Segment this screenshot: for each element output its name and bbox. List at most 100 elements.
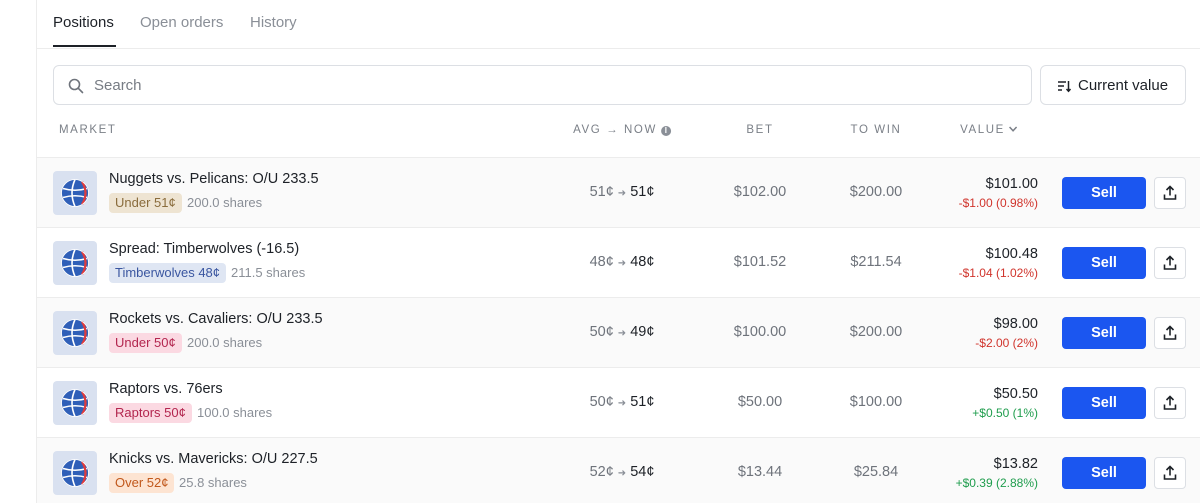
share-count: 211.5 shares [231,265,306,280]
active-tab-indicator [53,45,116,47]
avg-now-price: 52¢ ➜ 54¢ [590,464,655,480]
tab-bar: Positions Open orders History [37,0,1200,49]
market-title[interactable]: Rockets vs. Cavaliers: O/U 233.5 [109,311,323,327]
now-price: 51¢ [630,184,655,200]
to-win-amount: $200.00 [849,184,903,200]
search-box[interactable] [53,65,1032,105]
share-button[interactable] [1154,387,1186,419]
avg-now-price: 51¢ ➜ 51¢ [590,184,655,200]
column-to-win: TO WIN [850,124,902,136]
market-logo [53,311,97,355]
sell-button[interactable]: Sell [1062,317,1146,349]
to-win-amount: $211.54 [850,254,902,270]
share-upload-icon [1163,325,1177,340]
table-row[interactable]: Spread: Timberwolves (-16.5) Timberwolve… [37,228,1200,298]
market-title[interactable]: Knicks vs. Mavericks: O/U 227.5 [109,451,318,467]
position-badge: Under 51¢ [109,193,182,213]
value-change: -$1.00 (0.98%) [958,196,1038,210]
share-upload-icon [1163,465,1177,480]
basketball-icon [61,319,89,347]
share-button[interactable] [1154,317,1186,349]
share-count: 200.0 shares [187,335,263,350]
avg-price: 50¢ [589,394,614,410]
value-change: -$1.04 (1.02%) [958,266,1038,280]
current-value: $101.00 [985,176,1038,192]
current-value: $50.50 [993,386,1038,402]
sort-icon [1058,81,1071,93]
arrow-right-icon: ➜ [617,258,627,269]
info-icon[interactable]: i [660,126,671,136]
arrow-right-icon: ➜ [617,398,627,409]
to-win-amount: $200.00 [849,324,903,340]
sell-button[interactable]: Sell [1062,177,1146,209]
market-title[interactable]: Nuggets vs. Pelicans: O/U 233.5 [109,171,319,187]
left-rail [0,0,37,503]
current-value: $100.48 [985,246,1038,262]
positions-panel: Positions Open orders History Current va… [37,0,1200,503]
tab-open-orders[interactable]: Open orders [140,14,223,31]
share-button[interactable] [1154,247,1186,279]
bet-amount: $102.00 [733,184,787,200]
share-count: 25.8 shares [179,475,247,490]
column-bet: BET [746,124,774,136]
market-logo [53,381,97,425]
now-price: 48¢ [630,254,655,270]
tab-history[interactable]: History [250,14,297,31]
arrow-right-icon: ➜ [617,468,627,479]
column-avg-now: AVG → NOW i [573,124,671,136]
market-title[interactable]: Spread: Timberwolves (-16.5) [109,241,299,257]
table-row[interactable]: Raptors vs. 76ers Raptors 50¢ 100.0 shar… [37,368,1200,438]
sort-current-value-button[interactable]: Current value [1040,65,1186,105]
position-badge: Over 52¢ [109,473,175,493]
avg-price: 51¢ [589,184,614,200]
search-input[interactable] [94,74,1014,96]
chevron-down-icon [1008,126,1017,132]
basketball-icon [61,389,89,417]
column-value[interactable]: VALUE [960,124,1018,136]
table-row[interactable]: Nuggets vs. Pelicans: O/U 233.5 Under 51… [37,158,1200,228]
current-value: $13.82 [993,456,1038,472]
table-row[interactable]: Knicks vs. Mavericks: O/U 227.5 Over 52¢… [37,438,1200,503]
share-button[interactable] [1154,457,1186,489]
to-win-amount: $25.84 [853,464,899,480]
table-row[interactable]: Rockets vs. Cavaliers: O/U 233.5 Under 5… [37,298,1200,368]
basketball-icon [61,249,89,277]
share-upload-icon [1163,395,1177,410]
position-badge: Timberwolves 48¢ [109,263,227,283]
share-count: 100.0 shares [197,405,273,420]
share-button[interactable] [1154,177,1186,209]
column-market: MARKET [59,124,117,136]
sell-button[interactable]: Sell [1062,387,1146,419]
avg-now-price: 50¢ ➜ 49¢ [590,324,655,340]
basketball-icon [61,459,89,487]
arrow-right-icon: ➜ [617,328,627,339]
avg-price: 50¢ [589,324,614,340]
avg-now-price: 48¢ ➜ 48¢ [590,254,655,270]
sort-button-label: Current value [1078,77,1169,94]
sell-button[interactable]: Sell [1062,247,1146,279]
value-change: +$0.39 (2.88%) [955,476,1038,490]
market-logo [53,241,97,285]
arrow-right-icon: ➜ [617,188,627,199]
bet-amount: $50.00 [737,394,783,410]
basketball-icon [61,179,89,207]
table-header: MARKET AVG → NOW i BET TO WIN VALUE [37,114,1200,158]
share-upload-icon [1163,255,1177,270]
avg-price: 52¢ [589,464,614,480]
value-change: +$0.50 (1%) [972,406,1038,420]
to-win-amount: $100.00 [849,394,903,410]
now-price: 54¢ [630,464,655,480]
bet-amount: $13.44 [737,464,783,480]
position-badge: Under 50¢ [109,333,182,353]
market-logo [53,451,97,495]
column-avg-now-label: AVG → NOW [573,124,657,136]
avg-price: 48¢ [589,254,614,270]
position-badge: Raptors 50¢ [109,403,192,423]
market-title[interactable]: Raptors vs. 76ers [109,381,223,397]
avg-now-price: 50¢ ➜ 51¢ [590,394,655,410]
search-icon [68,78,84,94]
share-upload-icon [1163,185,1177,200]
tab-positions[interactable]: Positions [53,14,114,31]
now-price: 49¢ [630,324,655,340]
sell-button[interactable]: Sell [1062,457,1146,489]
